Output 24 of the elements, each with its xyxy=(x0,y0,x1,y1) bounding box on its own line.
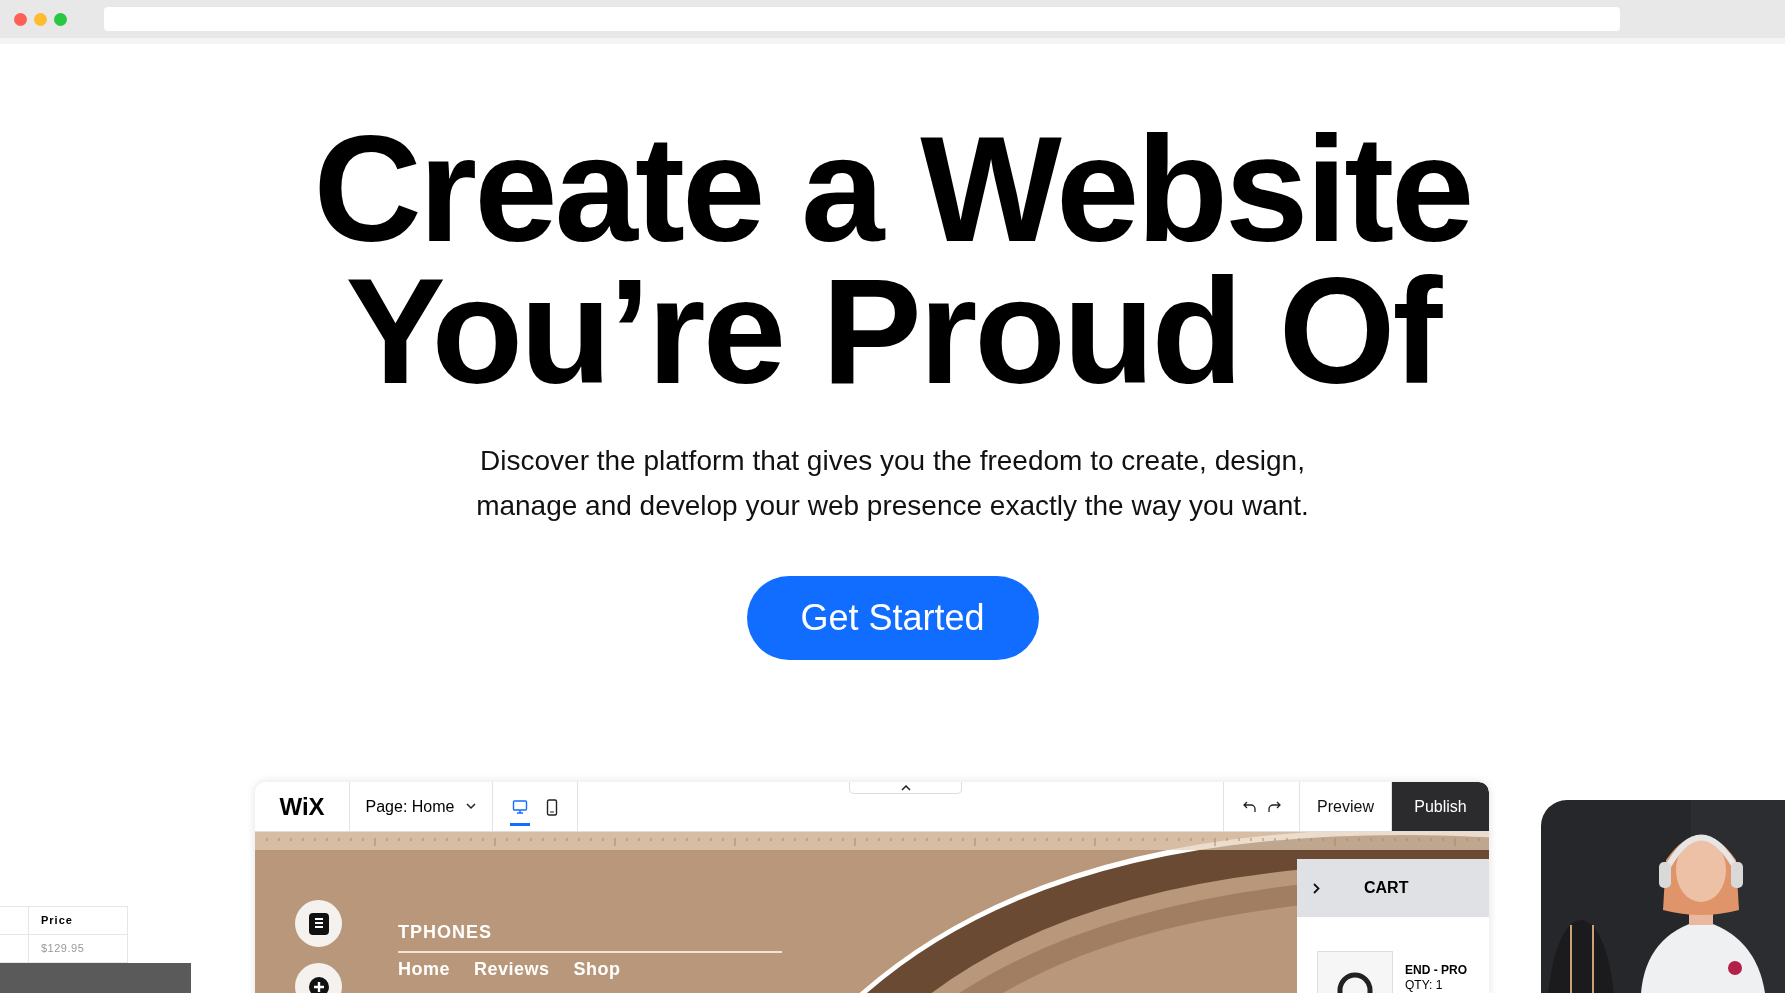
page-dropdown[interactable]: Page: Home xyxy=(350,782,493,831)
site-nav-link[interactable]: Shop xyxy=(573,959,621,980)
headline: You’re Proud Of xyxy=(345,260,1440,402)
publish-button[interactable]: Publish xyxy=(1392,782,1489,831)
cart-title: CART xyxy=(1364,879,1409,897)
plus-icon xyxy=(307,975,330,993)
headline: Create a Website xyxy=(313,118,1472,260)
chevron-up-icon xyxy=(900,784,911,791)
window-control-dot[interactable] xyxy=(54,12,67,26)
product-quantity: QTY: 1 xyxy=(1405,978,1444,993)
table-header: Price xyxy=(40,913,73,928)
site-nav-link[interactable]: Home xyxy=(398,959,450,980)
window-control-dot[interactable] xyxy=(34,12,47,26)
get-started-button[interactable]: Get Started xyxy=(746,576,1039,660)
site-brand: TPHONES xyxy=(398,922,782,953)
site-nav-link[interactable]: Reviews xyxy=(474,959,550,980)
table-cell-text: $129.95 xyxy=(40,941,85,956)
window-control-dot[interactable] xyxy=(14,12,27,26)
chevron-down-icon xyxy=(466,803,477,810)
page-icon xyxy=(307,911,330,936)
product-name: END - PRO xyxy=(1405,963,1467,978)
chevron-right-icon[interactable] xyxy=(1313,882,1320,894)
preview-button[interactable]: Preview xyxy=(1300,782,1392,831)
subtitle: Discover the platform that gives you the freedom to create, design, manage and develop your web presence exactly the way you want. xyxy=(475,444,1310,523)
